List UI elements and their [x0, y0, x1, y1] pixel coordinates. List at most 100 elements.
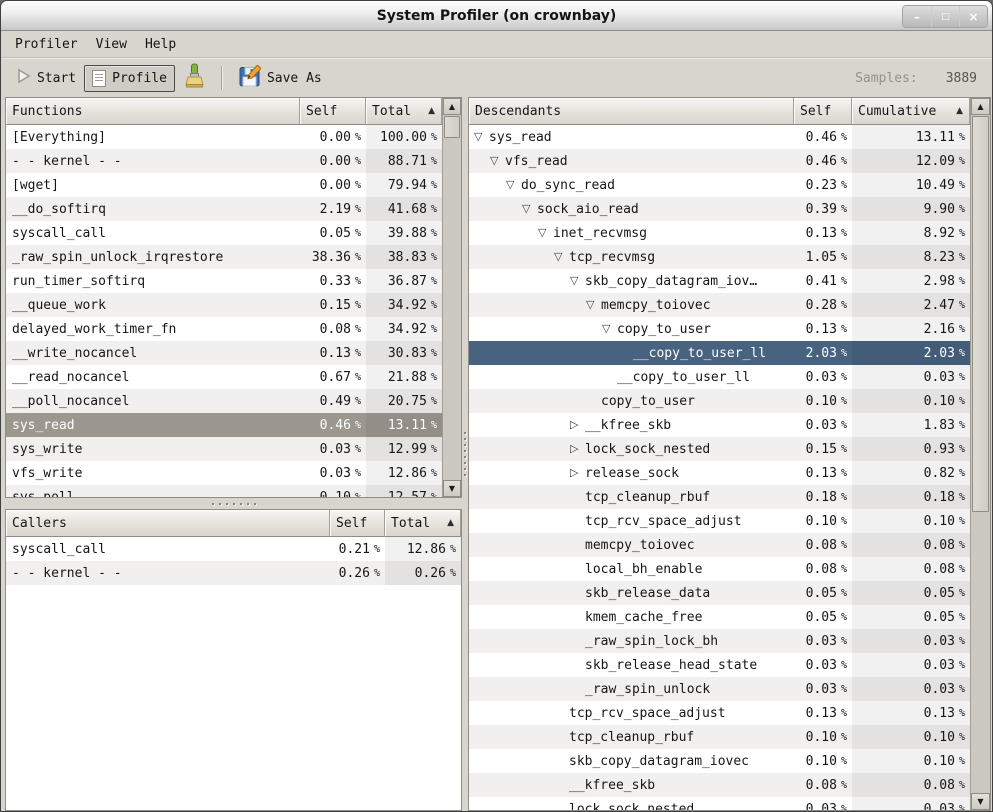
descendants-scrollbar[interactable]: ▲ ▼	[970, 98, 990, 810]
descendants-row[interactable]: local_bh_enable0.08%0.08%	[469, 557, 990, 581]
reset-button[interactable]	[175, 58, 213, 98]
column-header-self[interactable]: Self	[794, 98, 852, 125]
scrollbar-thumb[interactable]	[972, 116, 989, 512]
expander-open-icon[interactable]: ▽	[570, 269, 585, 293]
descendants-row[interactable]: __kfree_skb0.08%0.08%	[469, 773, 990, 797]
descendants-row[interactable]: ▽memcpy_toiovec0.28%2.47%	[469, 293, 990, 317]
functions-row[interactable]: vfs_write0.03%12.86%	[6, 461, 461, 485]
functions-row[interactable]: [Everything]0.00%100.00%	[6, 125, 461, 149]
start-button[interactable]: Start	[9, 63, 84, 93]
descendants-row[interactable]: __copy_to_user_ll2.03%2.03%	[469, 341, 990, 365]
expander-open-icon[interactable]: ▽	[554, 245, 569, 269]
descendants-row[interactable]: skb_release_data0.05%0.05%	[469, 581, 990, 605]
scroll-down-button[interactable]: ▼	[443, 480, 461, 497]
descendants-row[interactable]: skb_copy_datagram_iovec0.10%0.10%	[469, 749, 990, 773]
descendants-row[interactable]: ▽tcp_recvmsg1.05%8.23%	[469, 245, 990, 269]
menu-item-profiler[interactable]: Profiler	[6, 34, 87, 55]
descendants-row[interactable]: tcp_cleanup_rbuf0.18%0.18%	[469, 485, 990, 509]
descendants-row[interactable]: ▷lock_sock_nested0.15%0.93%	[469, 437, 990, 461]
functions-row[interactable]: __write_nocancel0.13%30.83%	[6, 341, 461, 365]
function-name: ▽skb_copy_datagram_iov…	[469, 269, 794, 293]
descendants-row[interactable]: ▽sys_read0.46%13.11%	[469, 125, 990, 149]
sorted-value: 0.10%	[852, 749, 970, 773]
descendants-row[interactable]: ▷release_sock0.13%0.82%	[469, 461, 990, 485]
functions-row[interactable]: __do_softirq2.19%41.68%	[6, 197, 461, 221]
maximize-button[interactable]: □	[931, 6, 959, 27]
callers-row[interactable]: - - kernel - -0.26%0.26%	[6, 561, 461, 585]
functions-row[interactable]: [wget]0.00%79.94%	[6, 173, 461, 197]
column-header-functions[interactable]: Functions	[6, 98, 300, 125]
expander-closed-icon[interactable]: ▷	[570, 461, 585, 485]
close-button[interactable]: ×	[959, 6, 987, 27]
expander-open-icon[interactable]: ▽	[506, 173, 521, 197]
expander-open-icon[interactable]: ▽	[602, 317, 617, 341]
profile-toggle-button[interactable]: Profile	[84, 65, 175, 92]
self-value: 0.03%	[794, 677, 852, 701]
descendants-row[interactable]: ▽copy_to_user0.13%2.16%	[469, 317, 990, 341]
functions-scrollbar[interactable]: ▲ ▼	[442, 98, 461, 497]
descendants-row[interactable]: ▷__kfree_skb0.03%1.83%	[469, 413, 990, 437]
functions-row[interactable]: delayed_work_timer_fn0.08%34.92%	[6, 317, 461, 341]
functions-row[interactable]: __read_nocancel0.67%21.88%	[6, 365, 461, 389]
column-header-self[interactable]: Self	[300, 98, 366, 125]
descendants-row[interactable]: _raw_spin_unlock0.03%0.03%	[469, 677, 990, 701]
functions-row[interactable]: sys_write0.03%12.99%	[6, 437, 461, 461]
function-name: ▷__kfree_skb	[469, 413, 794, 437]
functions-row[interactable]: - - kernel - -0.00%88.71%	[6, 149, 461, 173]
descendants-row[interactable]: ▽skb_copy_datagram_iov…0.41%2.98%	[469, 269, 990, 293]
descendants-row[interactable]: memcpy_toiovec0.08%0.08%	[469, 533, 990, 557]
descendants-row[interactable]: kmem_cache_free0.05%0.05%	[469, 605, 990, 629]
descendants-row[interactable]: ▽do_sync_read0.23%10.49%	[469, 173, 990, 197]
functions-row[interactable]: __queue_work0.15%34.92%	[6, 293, 461, 317]
functions-row[interactable]: sys_poll0.10%12.57%	[6, 485, 461, 497]
descendants-row[interactable]: tcp_cleanup_rbuf0.10%0.10%	[469, 725, 990, 749]
menu-item-view[interactable]: View	[87, 34, 136, 55]
functions-row[interactable]: syscall_call0.05%39.88%	[6, 221, 461, 245]
horizontal-pane-splitter[interactable]	[5, 498, 462, 509]
sorted-value: 8.92%	[852, 221, 970, 245]
descendants-row[interactable]: __copy_to_user_ll0.03%0.03%	[469, 365, 990, 389]
scroll-up-button[interactable]: ▲	[443, 98, 461, 115]
descendants-row[interactable]: _raw_spin_lock_bh0.03%0.03%	[469, 629, 990, 653]
column-header-callers[interactable]: Callers	[6, 510, 330, 537]
column-header-total[interactable]: Total▲	[366, 98, 442, 125]
self-value: 0.00%	[300, 149, 366, 173]
functions-row[interactable]: run_timer_softirq0.33%36.87%	[6, 269, 461, 293]
functions-row[interactable]: __poll_nocancel0.49%20.75%	[6, 389, 461, 413]
expander-open-icon[interactable]: ▽	[522, 197, 537, 221]
column-header-descendants[interactable]: Descendants	[469, 98, 794, 125]
column-header-cumulative[interactable]: Cumulative▲	[852, 98, 970, 125]
expander-open-icon[interactable]: ▽	[586, 293, 601, 317]
column-header-self[interactable]: Self	[330, 510, 385, 537]
column-header-total[interactable]: Total▲	[385, 510, 461, 537]
descendants-row[interactable]: ▽sock_aio_read0.39%9.90%	[469, 197, 990, 221]
function-name: ▽inet_recvmsg	[469, 221, 794, 245]
scrollbar-thumb[interactable]	[444, 116, 460, 138]
descendants-row[interactable]: tcp_rcv_space_adjust0.13%0.13%	[469, 701, 990, 725]
save-as-button[interactable]: Save As	[231, 60, 330, 96]
scroll-up-button[interactable]: ▲	[971, 98, 990, 115]
descendants-row[interactable]: ▽inet_recvmsg0.13%8.92%	[469, 221, 990, 245]
expander-open-icon[interactable]: ▽	[474, 125, 489, 149]
expander-open-icon[interactable]: ▽	[538, 221, 553, 245]
menu-item-help[interactable]: Help	[136, 34, 185, 55]
descendants-row[interactable]: copy_to_user0.10%0.10%	[469, 389, 990, 413]
vertical-pane-splitter[interactable]	[461, 97, 468, 811]
scroll-down-button[interactable]: ▼	[971, 793, 990, 810]
expander-closed-icon[interactable]: ▷	[570, 437, 585, 461]
expander-open-icon[interactable]: ▽	[490, 149, 505, 173]
descendants-row[interactable]: lock_sock_nested0.03%0.03%	[469, 797, 990, 810]
descendants-row[interactable]: tcp_rcv_space_adjust0.10%0.10%	[469, 509, 990, 533]
titlebar[interactable]: System Profiler (on crownbay) –□×	[1, 1, 992, 31]
descendants-row[interactable]: ▽vfs_read0.46%12.09%	[469, 149, 990, 173]
functions-row[interactable]: sys_read0.46%13.11%	[6, 413, 461, 437]
function-name: __kfree_skb	[469, 773, 794, 797]
function-name: run_timer_softirq	[6, 269, 300, 293]
minimize-button[interactable]: –	[903, 6, 931, 27]
function-name: skb_copy_datagram_iovec	[469, 749, 794, 773]
sorted-value: 88.71%	[366, 149, 442, 173]
expander-closed-icon[interactable]: ▷	[570, 413, 585, 437]
callers-row[interactable]: syscall_call0.21%12.86%	[6, 537, 461, 561]
descendants-row[interactable]: skb_release_head_state0.03%0.03%	[469, 653, 990, 677]
functions-row[interactable]: _raw_spin_unlock_irqrestore38.36%38.83%	[6, 245, 461, 269]
